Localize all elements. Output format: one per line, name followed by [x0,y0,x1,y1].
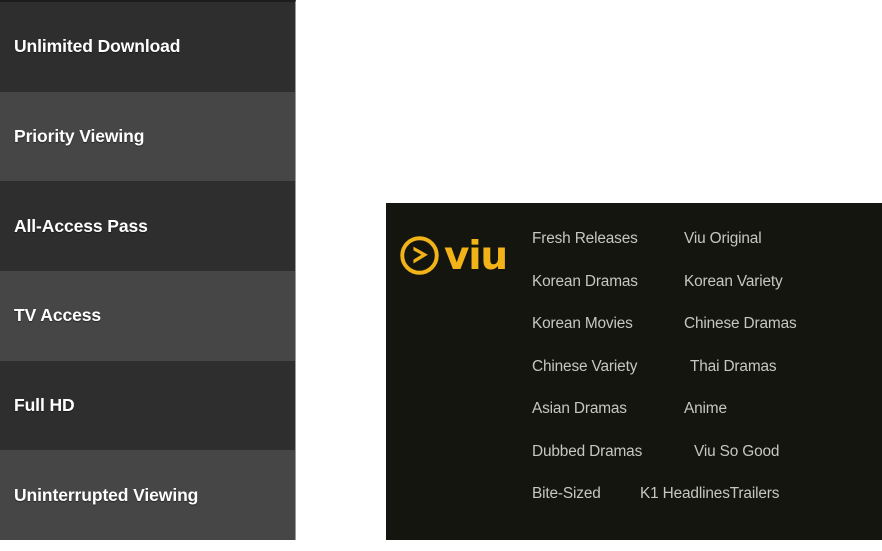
link-dubbed-dramas[interactable]: Dubbed Dramas [532,443,684,459]
link-korean-dramas[interactable]: Korean Dramas [532,273,684,289]
benefit-row-priority-viewing[interactable]: Priority Viewing [0,91,295,182]
link-anime[interactable]: Anime [684,401,727,417]
link-asian-dramas[interactable]: Asian Dramas [532,401,684,417]
benefit-row-unlimited-download[interactable]: Unlimited Download [0,2,295,92]
play-circle-icon [400,236,439,275]
link-bite-sized[interactable]: Bite-Sized [532,486,640,502]
benefit-row-all-access-pass[interactable]: All-Access Pass [0,181,295,272]
benefit-label: Full HD [14,394,75,415]
link-row: Korean Movies Chinese Dramas [532,316,872,359]
benefit-label: Unlimited Download [14,36,181,57]
benefit-label: TV Access [14,305,101,326]
viu-logo-inner: viu [399,234,508,279]
link-viu-so-good[interactable]: Viu So Good [684,443,779,459]
benefit-row-full-hd[interactable]: Full HD [0,360,295,451]
link-row: Fresh Releases Viu Original [532,231,872,274]
viu-category-links: Fresh Releases Viu Original Korean Drama… [532,231,882,540]
link-chinese-dramas[interactable]: Chinese Dramas [684,316,797,332]
link-chinese-variety[interactable]: Chinese Variety [532,358,684,374]
link-row: Dubbed Dramas Viu So Good [532,443,872,487]
link-row: Asian Dramas Anime [532,401,872,444]
link-thai-dramas[interactable]: Thai Dramas [684,358,777,374]
link-viu-original[interactable]: Viu Original [684,231,762,247]
benefit-label: Priority Viewing [14,125,145,146]
link-row: Bite-Sized K1 Headlines Trailers [532,486,872,529]
link-fresh-releases[interactable]: Fresh Releases [532,231,684,247]
viu-logo[interactable]: viu [386,231,532,540]
link-row: Chinese Variety Thai Dramas [532,358,872,402]
link-trailers[interactable]: Trailers [730,486,780,502]
benefit-row-uninterrupted-viewing[interactable]: Uninterrupted Viewing [0,450,295,541]
link-row: Korean Dramas Korean Variety [532,273,872,317]
benefit-row-tv-access[interactable]: TV Access [0,271,295,361]
viu-wordmark: viu [444,234,508,279]
link-k1-headlines[interactable]: K1 Headlines [640,486,730,502]
benefit-label: All-Access Pass [14,215,148,236]
membership-benefits-sidebar: Unlimited Download Priority Viewing All-… [0,0,296,541]
link-korean-movies[interactable]: Korean Movies [532,316,684,332]
link-korean-variety[interactable]: Korean Variety [684,273,783,289]
viu-footer-panel: viu Fresh Releases Viu Original Korean D… [386,203,882,540]
benefit-label: Uninterrupted Viewing [14,484,199,505]
